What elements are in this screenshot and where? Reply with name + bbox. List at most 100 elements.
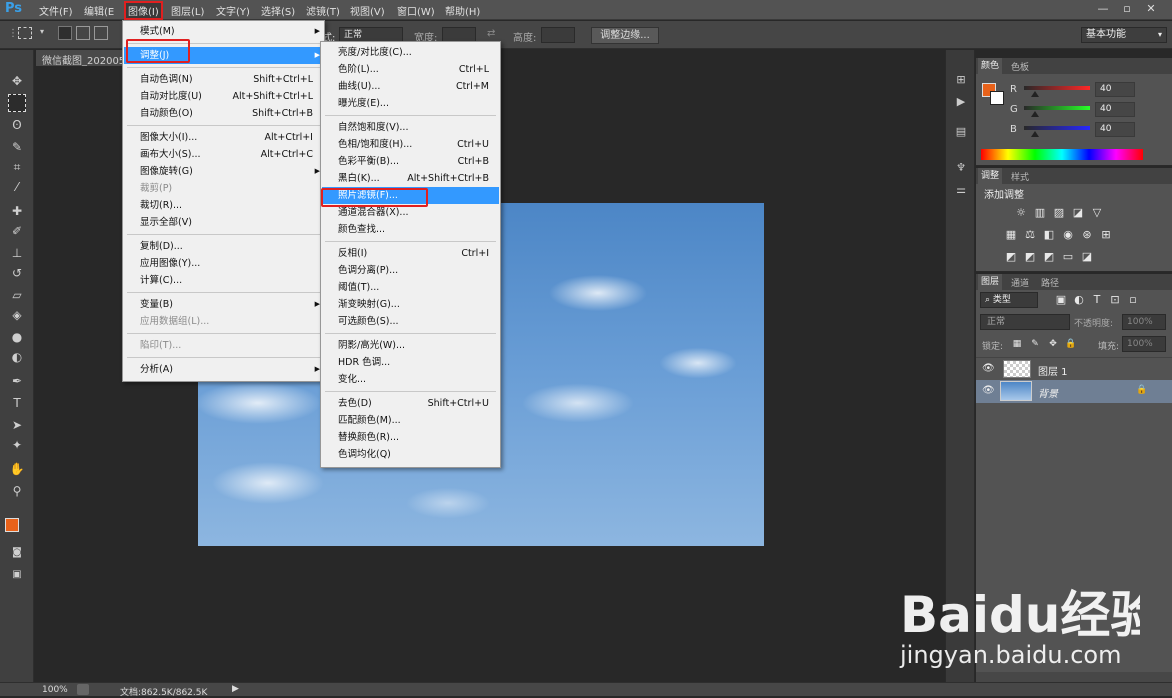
menu-item[interactable]: 裁切(R)... [124,197,323,214]
menu-item[interactable]: 复制(D)... [124,238,323,255]
paint-bucket-tool-icon[interactable]: ◈ [8,306,26,324]
menu-item[interactable]: 分析(A) ▶ [124,361,323,378]
menu-item[interactable]: 色相/饱和度(H)... Ctrl+U [322,136,499,153]
history-panel-icon[interactable]: ⊞ [953,72,969,88]
menu-item[interactable]: 渐变映射(G)... [322,296,499,313]
shape-tool-icon[interactable]: ✦ [8,436,26,454]
bg-color-chip[interactable] [990,91,1004,105]
dodge-tool-icon[interactable]: ◐ [8,348,26,366]
menu-item[interactable]: 匹配颜色(M)... [322,412,499,429]
menu-item[interactable]: 自动色调(N) Shift+Ctrl+L [124,71,323,88]
threshold-icon[interactable]: ◩ [1042,250,1056,264]
menu-item[interactable]: 反相(I) Ctrl+I [322,245,499,262]
menu-item[interactable]: 去色(D) Shift+Ctrl+U [322,395,499,412]
tab-color[interactable]: 颜色 [978,58,1003,74]
menu-select[interactable]: 选择(S) [261,3,295,18]
r-slider-thumb[interactable] [1031,91,1039,97]
layer-row-selected[interactable]: 👁 背景 🔒 [976,380,1172,403]
restore-icon[interactable]: ▫ [1118,2,1136,16]
healing-brush-tool-icon[interactable]: ✚ [8,202,26,220]
minimize-icon[interactable]: — [1094,2,1112,16]
opacity-input[interactable]: 100% [1122,314,1166,330]
gradient-map-icon[interactable]: ▭ [1061,250,1075,264]
menu-item[interactable]: 画布大小(S)... Alt+Ctrl+C [124,146,323,163]
channel-mixer-icon[interactable]: ⊛ [1080,228,1094,242]
chevron-right-icon[interactable]: ▶ [232,684,239,694]
actions-play-icon[interactable]: ▶ [953,94,969,110]
quick-mask-icon[interactable]: ◙ [8,544,26,562]
color-lookup-icon[interactable]: ⊞ [1099,228,1113,242]
menu-view[interactable]: 视图(V) [350,3,385,18]
screen-mode-icon[interactable]: ▣ [8,566,26,584]
status-icon[interactable] [77,684,89,695]
menu-image[interactable]: 图像(I) [124,1,163,20]
foreground-color-swatch[interactable] [5,518,19,532]
menu-item[interactable]: 亮度/对比度(C)... [322,44,499,61]
menu-edit[interactable]: 编辑(E [84,3,114,18]
height-input[interactable] [541,27,575,43]
document-tab[interactable]: 微信截图_202005 [36,50,126,66]
fill-input[interactable]: 100% [1122,336,1166,352]
menu-item[interactable]: 应用图像(Y)... [124,255,323,272]
subtract-selection-icon[interactable] [94,26,108,40]
brush-tool-icon[interactable]: ✐ [8,222,26,240]
tab-paths[interactable]: 路径 [1038,276,1062,289]
menu-item[interactable]: 颜色查找... [322,221,499,238]
add-selection-icon[interactable] [76,26,90,40]
selective-color-icon[interactable]: ◪ [1080,250,1094,264]
menu-item[interactable]: 计算(C)... [124,272,323,289]
eye-icon[interactable]: 👁 [982,385,995,396]
path-select-tool-icon[interactable]: ➤ [8,416,26,434]
chevron-down-icon[interactable]: ▾ [40,27,44,36]
blend-mode-select[interactable]: 正常 [980,314,1070,330]
clone-stamp-tool-icon[interactable]: ⊥ [8,244,26,262]
menu-item[interactable]: 色彩平衡(B)... Ctrl+B [322,153,499,170]
menu-filter[interactable]: 滤镜(T) [306,3,340,18]
crop-tool-icon[interactable]: ⌗ [8,158,26,176]
menu-item[interactable]: 色调分离(P)... [322,262,499,279]
menu-item[interactable]: 自动颜色(O) Shift+Ctrl+B [124,105,323,122]
menu-window[interactable]: 窗口(W) [397,3,435,18]
tab-layers[interactable]: 图层 [978,274,1003,290]
filter-pixel-icon[interactable]: ▣ [1054,293,1068,307]
brightness-icon[interactable]: ☼ [1014,206,1028,220]
eye-icon[interactable]: 👁 [982,363,995,374]
menu-layer[interactable]: 图层(L) [171,3,204,18]
menu-item[interactable]: HDR 色调... [322,354,499,371]
tab-channels[interactable]: 通道 [1008,276,1032,289]
g-slider[interactable] [1024,106,1090,110]
menu-item[interactable]: 曝光度(E)... [322,95,499,112]
lock-transparent-icon[interactable]: ▦ [1010,337,1024,351]
eraser-tool-icon[interactable]: ▱ [8,286,26,304]
hue-sat-icon[interactable]: ▦ [1004,228,1018,242]
filter-smart-icon[interactable]: ▫ [1126,293,1140,307]
pen-tool-icon[interactable]: ✒ [8,372,26,390]
menu-help[interactable]: 帮助(H) [445,3,480,18]
properties-panel-icon[interactable]: ▤ [953,124,969,140]
lock-all-icon[interactable]: 🔒 [1064,337,1078,351]
menu-item[interactable]: 可选颜色(S)... [322,313,499,330]
curves-icon[interactable]: ▨ [1052,206,1066,220]
layer-name[interactable]: 背景 [1038,385,1058,400]
tab-styles[interactable]: 样式 [1008,170,1032,183]
marquee-preset-icon[interactable] [18,27,32,39]
workspace-select[interactable]: 基本功能 ▾ [1081,27,1167,43]
tab-adjustments[interactable]: 调整 [978,168,1003,184]
new-selection-icon[interactable] [58,26,72,40]
layer-filter-select[interactable]: ⌕ 类型 [980,292,1038,308]
menu-item[interactable]: 阴影/高光(W)... [322,337,499,354]
menu-item[interactable]: 显示全部(V) [124,214,323,231]
refine-edge-button[interactable]: 调整边缘... [591,27,659,44]
menu-item[interactable]: 黑白(K)... Alt+Shift+Ctrl+B [322,170,499,187]
lock-pixels-icon[interactable]: ✎ [1028,337,1042,351]
menu-file[interactable]: 文件(F) [39,3,73,18]
brush-panel-icon[interactable]: ♆ [953,160,969,176]
menu-item[interactable]: 色调均化(Q) [322,446,499,463]
levels-icon[interactable]: ▥ [1033,206,1047,220]
filter-shape-icon[interactable]: ⊡ [1108,293,1122,307]
r-value-input[interactable]: 40 [1095,82,1135,97]
move-tool-icon[interactable]: ✥ [8,72,26,90]
menu-item[interactable]: 变化... [322,371,499,388]
tab-swatches[interactable]: 色板 [1008,60,1032,73]
filter-type-icon[interactable]: T [1090,293,1104,307]
